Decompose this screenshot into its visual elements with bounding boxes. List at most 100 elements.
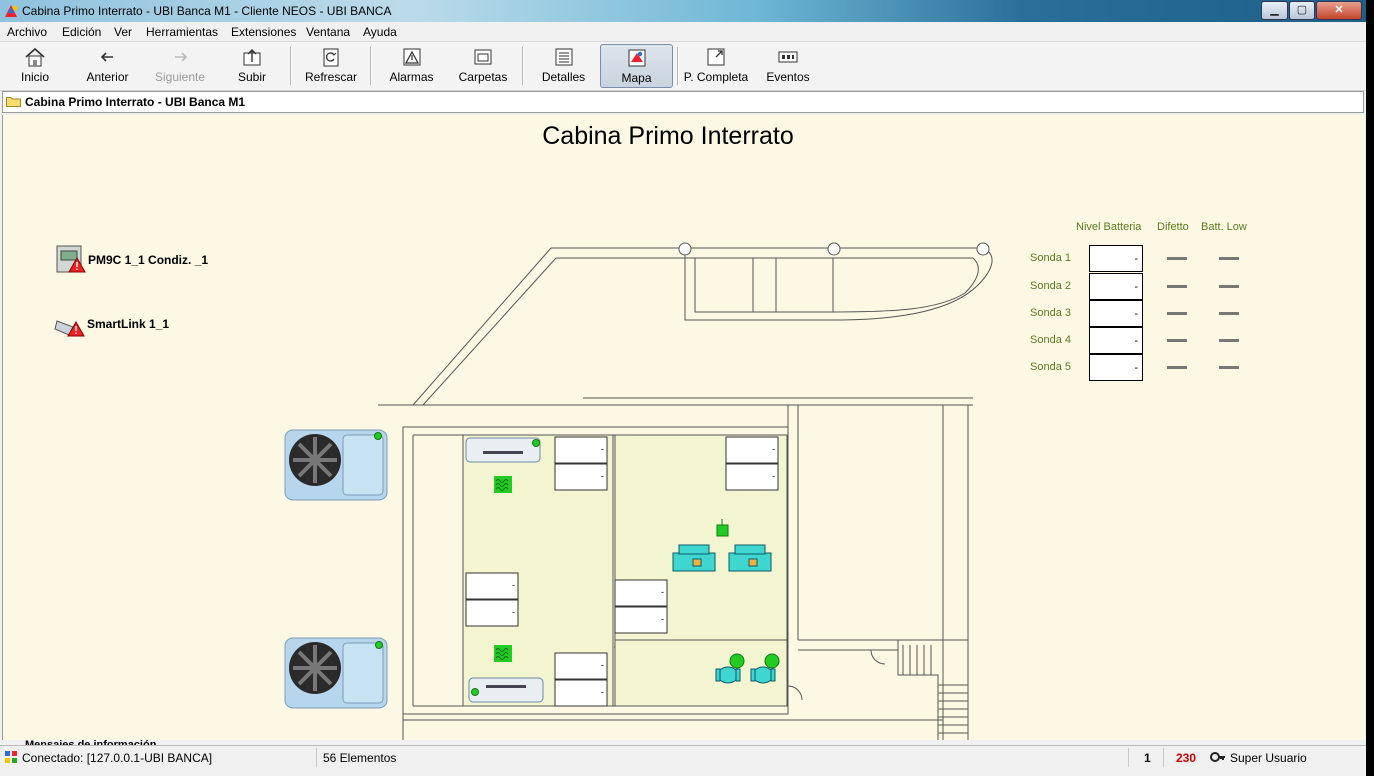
menu-herramientas[interactable]: Herramientas	[146, 25, 218, 39]
sonda-value-box[interactable]: -	[1089, 327, 1143, 354]
header-batt-low: Batt. Low	[1201, 221, 1247, 233]
sonda-label: Sonda 3	[1030, 307, 1071, 319]
difetto-indicator	[1167, 339, 1187, 342]
cabinet-value: -	[601, 660, 604, 670]
carpetas-label: Carpetas	[458, 70, 508, 84]
mapa-button[interactable]: Mapa	[600, 44, 673, 88]
sonda-value-box[interactable]: -	[1089, 273, 1143, 300]
difetto-indicator	[1167, 285, 1187, 288]
refresh-icon	[323, 48, 339, 67]
app-icon	[5, 5, 18, 17]
detalles-label: Detalles	[541, 70, 586, 84]
alarmas-label: Alarmas	[389, 70, 434, 84]
status-separator	[316, 748, 317, 767]
folder-icon	[6, 97, 21, 107]
sonda-label: Sonda 4	[1030, 334, 1071, 346]
cabinet-value: -	[772, 444, 775, 454]
sonda-value: -	[1134, 335, 1138, 347]
refrescar-button[interactable]: Refrescar	[302, 44, 360, 86]
menu-ver[interactable]: Ver	[114, 25, 132, 39]
folders-icon	[474, 49, 492, 65]
sonda-label: Sonda 1	[1030, 252, 1071, 264]
batt-low-indicator	[1219, 285, 1239, 288]
map-icon	[628, 49, 645, 67]
menu-bar: Archivo Edición Ver Herramientas Extensi…	[0, 22, 1366, 42]
cabinet-value: -	[661, 587, 664, 597]
menu-ayuda[interactable]: Ayuda	[363, 25, 397, 39]
mapa-label: Mapa	[621, 71, 652, 85]
title-bar: Cabina Primo Interrato - UBI Banca M1 - …	[0, 0, 1366, 22]
cabinet-value: -	[601, 471, 604, 481]
menu-edicion[interactable]: Edición	[62, 25, 101, 39]
sonda-value: -	[1134, 362, 1138, 374]
difetto-indicator	[1167, 257, 1187, 260]
batt-low-indicator	[1219, 339, 1239, 342]
user-key-icon	[1210, 752, 1225, 762]
sonda-label: Sonda 2	[1030, 280, 1071, 292]
sonda-value-box[interactable]: -	[1089, 354, 1143, 381]
fullscreen-icon	[707, 48, 725, 66]
home-icon	[25, 47, 45, 67]
toolbar-separator	[677, 47, 679, 85]
close-button[interactable]: ✕	[1316, 1, 1362, 20]
folder-up-icon	[243, 49, 261, 66]
header-nivel-batteria: Nivel Batteria	[1076, 221, 1142, 233]
menu-archivo[interactable]: Archivo	[7, 25, 47, 39]
sonda-value-box[interactable]: -	[1089, 300, 1143, 327]
toolbar-separator	[370, 47, 372, 85]
anterior-label: Anterior	[86, 70, 129, 84]
sonda-value-box[interactable]: -	[1089, 245, 1143, 272]
eventos-button[interactable]: Eventos	[762, 44, 814, 86]
alarm-count: 230	[1176, 751, 1197, 765]
inicio-button[interactable]: Inicio	[10, 44, 60, 86]
events-icon	[778, 51, 798, 63]
alarm-icon	[403, 48, 420, 66]
refrescar-label: Refrescar	[304, 70, 357, 84]
difetto-indicator	[1167, 312, 1187, 315]
status-separator	[1128, 748, 1129, 767]
device-pm9c[interactable]: PM9C 1_1 Condiz. _1	[88, 253, 208, 267]
menu-ventana[interactable]: Ventana	[306, 25, 350, 39]
alarmas-button[interactable]: Alarmas	[384, 44, 439, 86]
toolbar-separator	[522, 47, 524, 85]
anterior-button[interactable]: Anterior	[80, 44, 135, 86]
p-completa-button[interactable]: P. Completa	[682, 44, 750, 86]
sonda-label: Sonda 5	[1030, 361, 1071, 373]
subir-label: Subir	[237, 70, 266, 84]
inicio-label: Inicio	[20, 70, 49, 84]
breadcrumb: Cabina Primo Interrato - UBI Banca M1	[2, 91, 1364, 113]
toolbar-separator	[290, 47, 292, 85]
sonda-value: -	[1134, 308, 1138, 320]
app-window: Cabina Primo Interrato - UBI Banca M1 - …	[0, 0, 1366, 776]
minimize-button[interactable]: ▁	[1261, 1, 1288, 20]
detalles-button[interactable]: Detalles	[536, 44, 591, 86]
device-smartlink[interactable]: SmartLink 1_1	[87, 317, 169, 331]
batt-low-indicator	[1219, 312, 1239, 315]
siguiente-label: Siguiente	[154, 70, 206, 84]
sonda-value: -	[1134, 281, 1138, 293]
window-title: Cabina Primo Interrato - UBI Banca M1 - …	[22, 4, 392, 18]
status-separator	[1163, 748, 1164, 767]
p-completa-label: P. Completa	[683, 70, 749, 84]
floor-plan	[54, 242, 993, 740]
difetto-indicator	[1167, 366, 1187, 369]
cabinet-value: -	[601, 687, 604, 697]
carpetas-button[interactable]: Carpetas	[455, 44, 511, 86]
eventos-label: Eventos	[766, 70, 810, 84]
details-icon	[555, 48, 572, 66]
status-bar: Conectado: [127.0.0.1-UBI BANCA] 56 Elem…	[0, 745, 1366, 769]
connection-icon	[5, 751, 17, 763]
cabinet-value: -	[661, 614, 664, 624]
subir-button[interactable]: Subir	[227, 44, 277, 86]
batt-low-indicator	[1219, 366, 1239, 369]
maximize-button[interactable]: ▢	[1289, 1, 1315, 20]
cabinet-value: -	[601, 444, 604, 454]
cabinet-value: -	[772, 471, 775, 481]
map-canvas: Cabina Primo Interrato - - - - - - - - -…	[2, 115, 1365, 740]
cabinet-value: -	[512, 580, 515, 590]
siguiente-button[interactable]: Siguiente	[150, 44, 210, 86]
batt-low-indicator	[1219, 257, 1239, 260]
element-count: 56 Elementos	[323, 751, 397, 765]
header-difetto: Difetto	[1157, 221, 1189, 233]
menu-extensiones[interactable]: Extensiones	[231, 25, 296, 39]
